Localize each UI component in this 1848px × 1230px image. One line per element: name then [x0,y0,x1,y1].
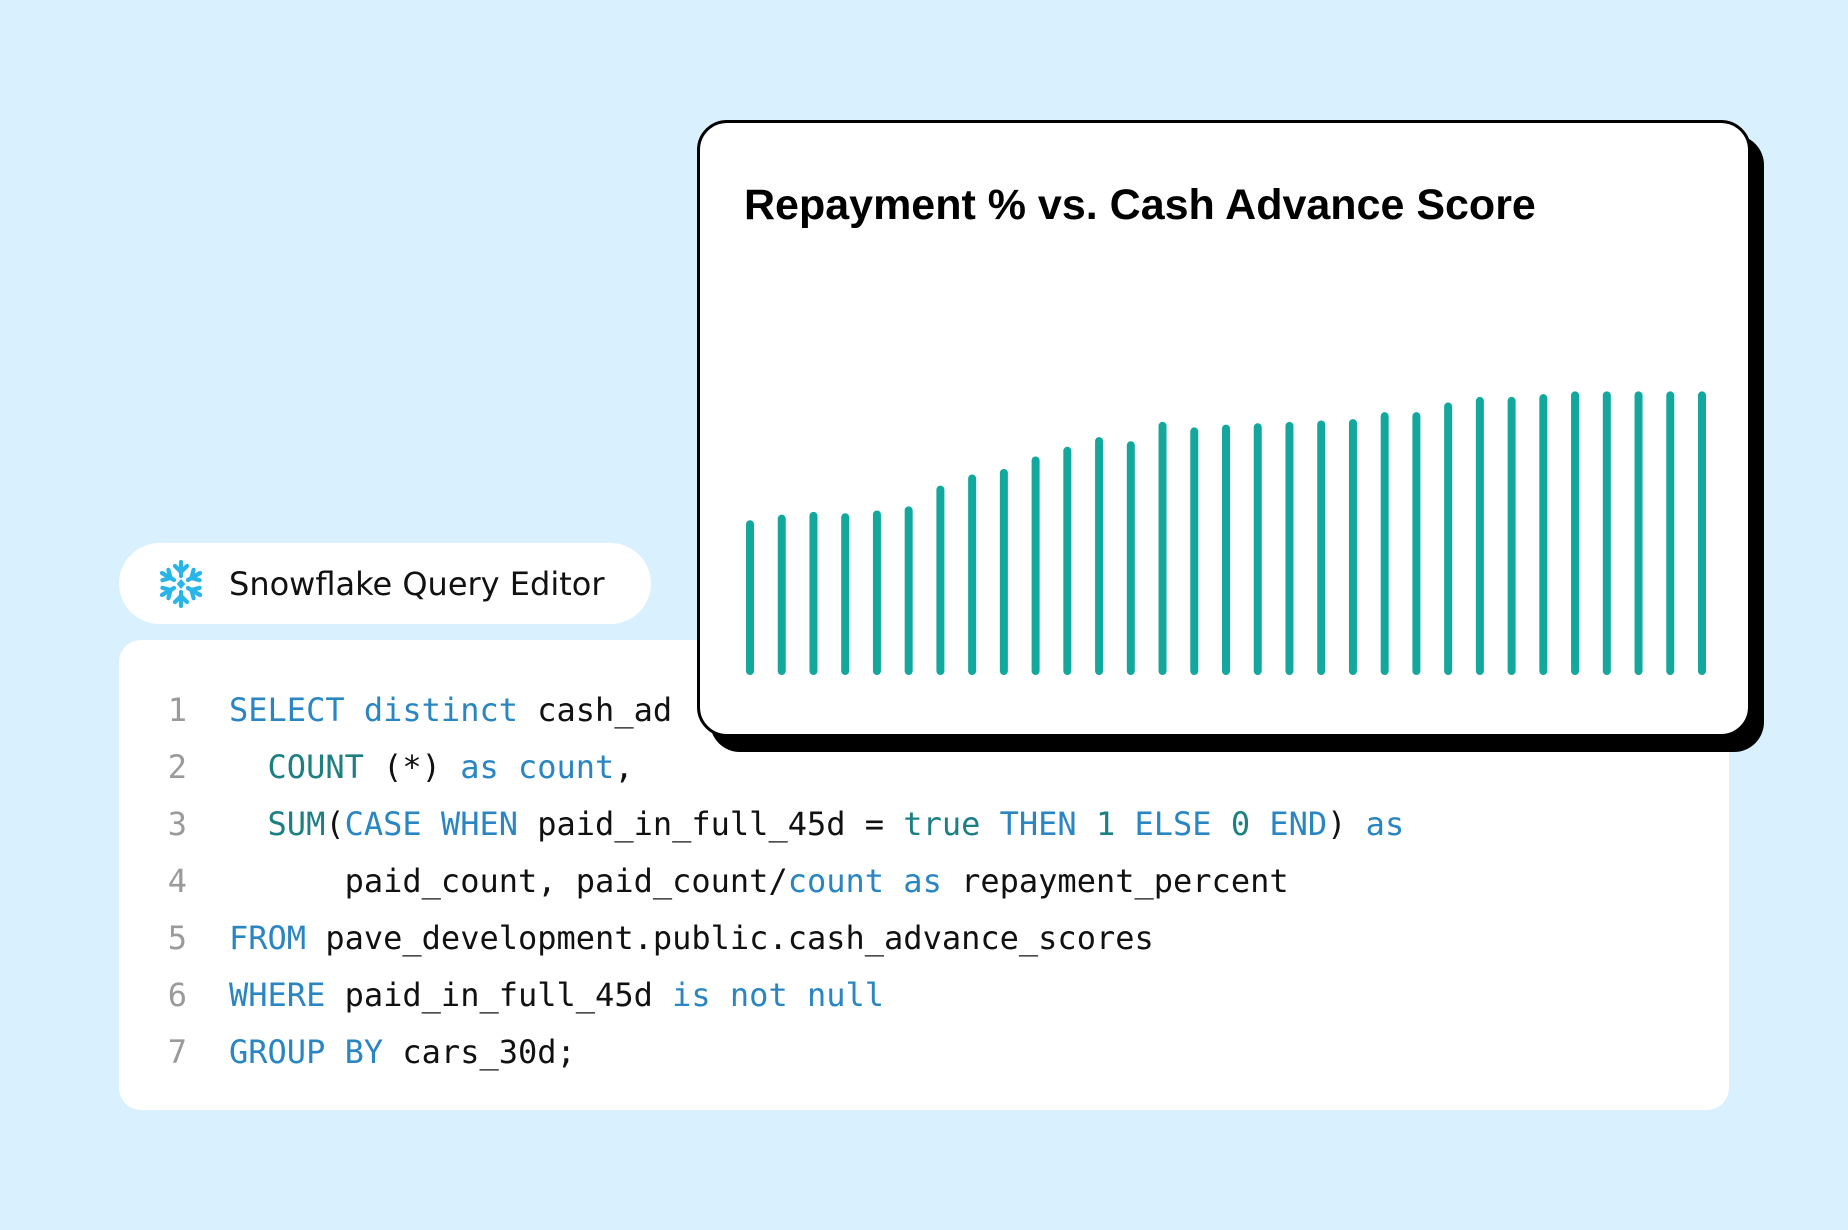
code-token: 0 [1230,805,1251,843]
code-line[interactable]: 6 WHERE paid_in_full_45d is not null [119,967,1729,1024]
code-token: ) [1327,805,1366,843]
line-number: 2 [167,748,187,786]
code-token: SELECT [229,691,345,729]
code-token: , [614,748,634,786]
code-token: is [672,976,711,1014]
code-line[interactable]: 5 FROM pave_development.public.cash_advan… [119,910,1729,967]
line-number: 3 [167,805,187,843]
code-token: THEN [999,805,1077,843]
code-text: paid_count, paid_count/count as repaymen… [229,853,1729,910]
code-token: GROUP [229,1033,326,1071]
code-line[interactable]: 3 SUM(CASE WHEN paid_in_full_45d = true … [119,796,1729,853]
line-number: 5 [167,919,187,957]
code-token: count [787,862,885,900]
code-token: paid_in_full_45d [325,976,673,1014]
code-token: repayment_percent [941,862,1289,900]
code-token: cars_30d; [383,1033,576,1071]
code-token: paid_count, paid_count/ [229,862,788,900]
code-text: GROUP BY cars_30d; [229,1024,1729,1081]
code-token: ELSE [1134,805,1212,843]
code-token: CASE [344,805,422,843]
code-token: null [806,976,885,1014]
code-text: WHERE paid_in_full_45d is not null [229,967,1729,1024]
line-number: 6 [167,976,187,1014]
code-line[interactable]: 4 paid_count, paid_count/count as repaym… [119,853,1729,910]
code-token: WHERE [229,976,326,1014]
code-line[interactable]: 7 GROUP BY cars_30d; [119,1024,1729,1081]
code-token: BY [344,1033,384,1071]
code-token: COUNT [267,748,364,786]
snowflake-icon [155,559,207,610]
code-token: 1 [1095,805,1116,843]
code-token: pave_development.public.cash_advance_sco… [306,919,1154,957]
code-token: distinct [363,691,518,729]
code-token: END [1269,805,1328,843]
editor-title: Snowflake Query Editor [229,564,605,603]
code-text: FROM pave_development.public.cash_advanc… [229,910,1729,967]
line-number: 1 [167,691,187,729]
line-number: 4 [167,862,187,900]
code-token: count [517,748,615,786]
line-number: 7 [167,1033,187,1071]
code-token: FROM [229,919,307,957]
code-token: not [729,976,788,1014]
code-token: WHEN [440,805,518,843]
code-token: as [903,862,942,900]
code-text: SUM(CASE WHEN paid_in_full_45d = true TH… [229,796,1729,853]
code-token: as [460,748,499,786]
code-token: SUM [267,805,326,843]
code-token: as [1365,805,1405,843]
editor-tab[interactable]: Snowflake Query Editor [119,543,651,624]
code-token: cash_ad [517,691,673,729]
code-token: true [903,805,981,843]
bar-chart [746,391,1706,675]
code-token: ( [325,805,345,843]
code-token: paid_in_full_45d = [517,805,904,843]
chart-card: Repayment % vs. Cash Advance Score [697,120,1751,737]
code-token: (*) [363,748,461,786]
